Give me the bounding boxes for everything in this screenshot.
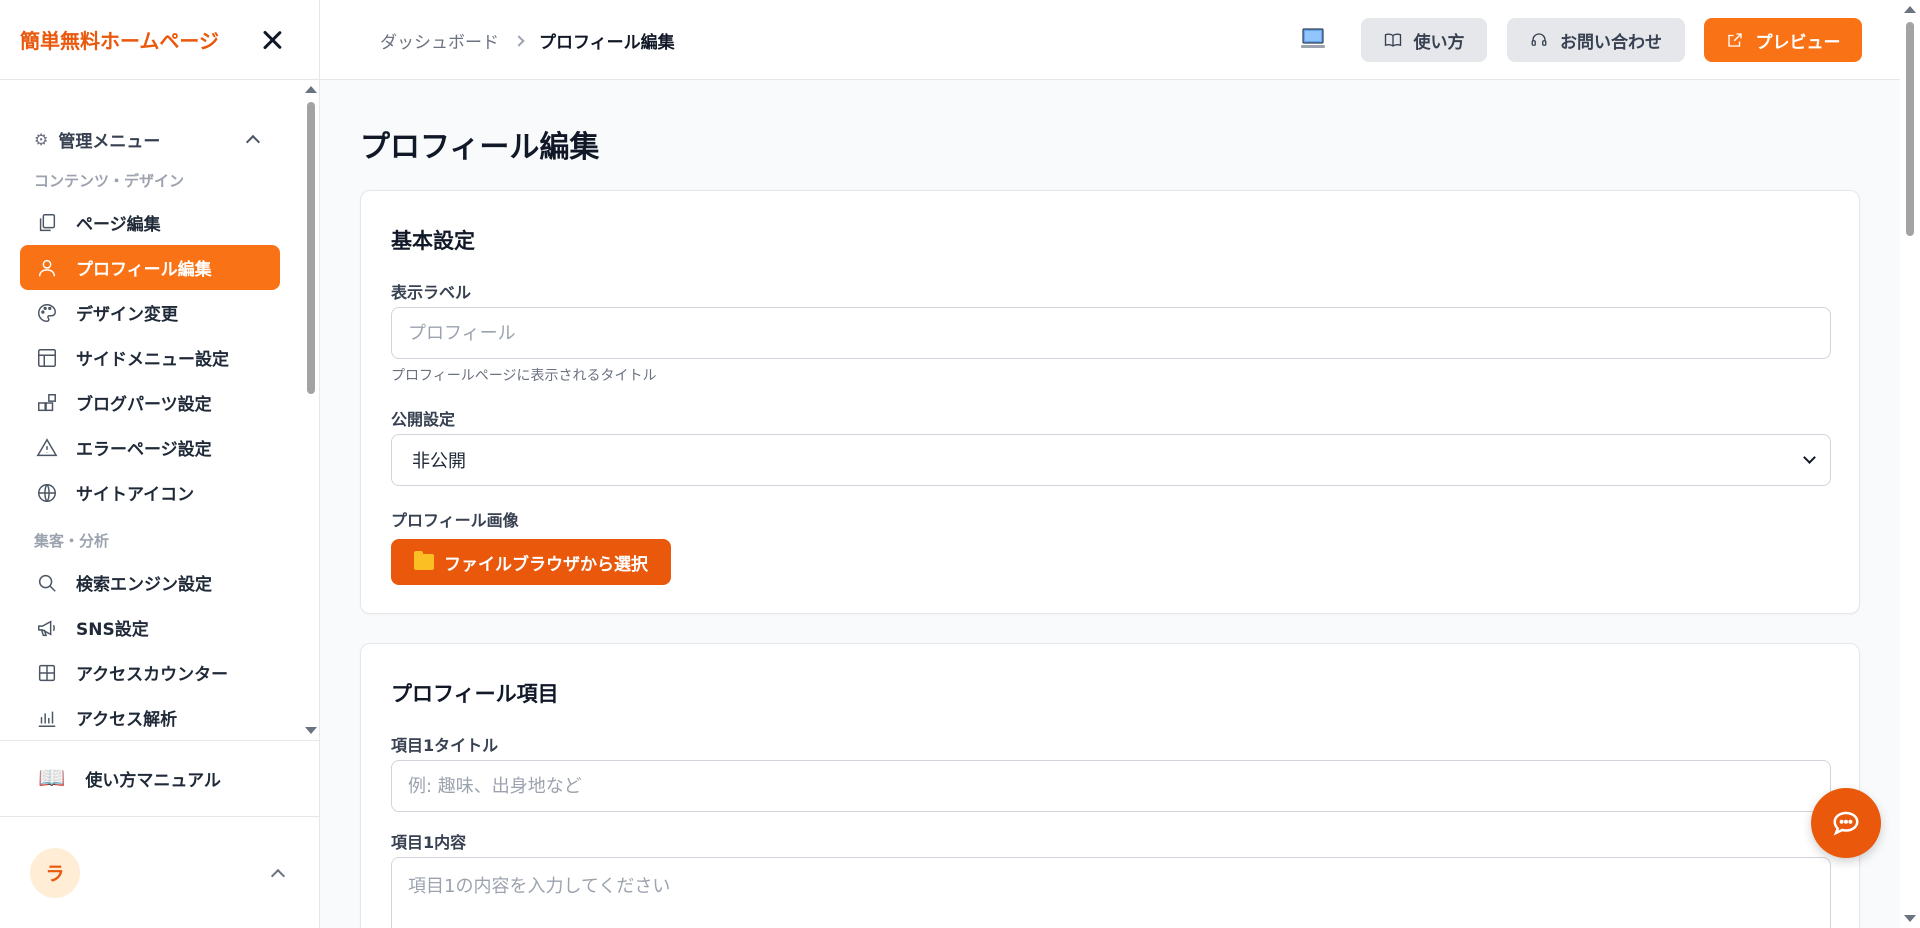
sidebar-item-profile-edit[interactable]: プロフィール編集 — [20, 245, 280, 290]
admin-menu-label: 管理メニュー — [58, 131, 161, 152]
sidebar-item-page-edit[interactable]: ページ編集 — [20, 200, 280, 245]
user-icon — [36, 257, 58, 279]
visibility-value: 非公開 — [412, 451, 466, 472]
section-label-content: コンテンツ・デザイン — [34, 172, 185, 190]
brand-logo[interactable]: 簡単無料ホームページ — [20, 25, 219, 54]
sidebar-item-design[interactable]: デザイン変更 — [20, 290, 280, 335]
profile-items-card: プロフィール項目 項目1タイトル 項目1内容 — [360, 643, 1860, 928]
sidebar-item-label: デザイン変更 — [76, 305, 178, 325]
book-icon: 📖 — [38, 766, 66, 791]
page-scrollbar[interactable] — [1900, 0, 1920, 928]
sidebar-item-label: 検索エンジン設定 — [76, 575, 212, 595]
sidebar-menu: ⚙ 管理メニュー コンテンツ・デザイン ページ編集 プロフィール編集 デザイン変… — [0, 80, 319, 740]
sidebar-item-blog-parts[interactable]: ブログパーツ設定 — [20, 380, 280, 425]
scroll-up-icon[interactable] — [1904, 6, 1916, 13]
sidebar-item-label: プロフィール編集 — [76, 260, 212, 280]
visibility-label: 公開設定 — [391, 410, 456, 429]
search-icon — [36, 572, 58, 594]
palette-icon — [36, 302, 58, 324]
sidebar-item-seo[interactable]: 検索エンジン設定 — [20, 560, 280, 605]
globe-icon — [36, 482, 58, 504]
sidebar-item-label: SNS設定 — [76, 620, 149, 640]
section-label-marketing: 集客・分析 — [34, 532, 110, 550]
file-browser-label: ファイルブラウザから選択 — [444, 554, 648, 575]
alert-triangle-icon — [36, 437, 58, 459]
item1-title-label: 項目1タイトル — [391, 736, 499, 755]
sidebar-item-label: ページ編集 — [76, 215, 161, 235]
page-title: プロフィール編集 — [360, 130, 600, 165]
chevron-up-icon[interactable] — [270, 868, 286, 883]
blocks-icon — [36, 392, 58, 414]
monitor-icon[interactable] — [1300, 26, 1326, 52]
scroll-up-icon[interactable] — [305, 86, 317, 93]
bar-chart-icon — [36, 707, 58, 729]
headset-icon — [1531, 33, 1547, 46]
howto-label: 使い方 — [1413, 32, 1465, 53]
breadcrumb-dashboard[interactable]: ダッシュボード — [380, 28, 499, 53]
manual-link[interactable]: 📖 使い方マニュアル — [0, 740, 319, 817]
folder-icon — [414, 551, 434, 570]
preview-label: プレビュー — [1755, 32, 1841, 53]
chevron-down-icon — [1803, 451, 1816, 464]
visibility-select[interactable]: 非公開 — [391, 434, 1831, 486]
contact-label: お問い合わせ — [1560, 32, 1662, 53]
breadcrumb: ダッシュボード プロフィール編集 — [380, 28, 675, 53]
item1-content-label: 項目1内容 — [391, 833, 467, 852]
topbar: ダッシュボード プロフィール編集 使い方 お問い合わせ プレビュー — [320, 0, 1900, 80]
basic-settings-card: 基本設定 表示ラベル プロフィールページに表示されるタイトル 公開設定 非公開 … — [360, 190, 1860, 614]
grid-icon — [36, 662, 58, 684]
chat-bubble-icon — [1833, 811, 1859, 836]
scroll-down-icon[interactable] — [305, 727, 317, 734]
item1-content-textarea[interactable] — [391, 857, 1831, 928]
sidebar-item-label: サイトアイコン — [76, 485, 195, 505]
card-title-items: プロフィール項目 — [391, 682, 559, 706]
sidebar-item-site-icon[interactable]: サイトアイコン — [20, 470, 280, 515]
display-label-hint: プロフィールページに表示されるタイトル — [391, 368, 657, 384]
megaphone-icon — [36, 617, 58, 639]
manual-label: 使い方マニュアル — [85, 771, 221, 791]
sidebar-item-analytics[interactable]: アクセス解析 — [20, 695, 280, 740]
layout-icon — [36, 347, 58, 369]
item1-title-input[interactable] — [391, 760, 1831, 812]
display-label-input[interactable] — [391, 307, 1831, 359]
chat-button[interactable] — [1811, 788, 1881, 858]
sidebar-item-label: アクセスカウンター — [76, 665, 229, 685]
sidebar-item-label: ブログパーツ設定 — [76, 395, 212, 415]
user-menu[interactable]: ラ — [0, 817, 319, 928]
sidebar-item-counter[interactable]: アクセスカウンター — [20, 650, 280, 695]
sidebar-item-error-page[interactable]: エラーページ設定 — [20, 425, 280, 470]
breadcrumb-current: プロフィール編集 — [539, 33, 675, 53]
copy-icon — [36, 212, 58, 234]
admin-menu-toggle[interactable]: ⚙ 管理メニュー — [34, 122, 264, 156]
howto-button[interactable]: 使い方 — [1361, 18, 1487, 62]
close-icon[interactable] — [259, 27, 285, 53]
sidebar-scrollbar[interactable] — [302, 80, 319, 740]
external-link-icon — [1727, 33, 1742, 47]
chevron-up-icon — [245, 134, 261, 150]
profile-image-label: プロフィール画像 — [391, 511, 519, 530]
scroll-thumb[interactable] — [1906, 22, 1914, 236]
chevron-right-icon — [513, 34, 525, 47]
sidebar-header: 簡単無料ホームページ — [0, 0, 319, 80]
gear-icon: ⚙ — [34, 129, 49, 149]
sidebar-item-side-menu[interactable]: サイドメニュー設定 — [20, 335, 280, 380]
preview-button[interactable]: プレビュー — [1704, 18, 1862, 62]
book-open-icon — [1384, 33, 1401, 47]
sidebar-item-sns[interactable]: SNS設定 — [20, 605, 280, 650]
card-title-basic: 基本設定 — [391, 229, 475, 253]
avatar[interactable]: ラ — [30, 847, 80, 898]
sidebar-item-label: サイドメニュー設定 — [76, 350, 229, 370]
sidebar-item-label: アクセス解析 — [76, 710, 178, 730]
file-browser-button[interactable]: ファイルブラウザから選択 — [391, 539, 671, 585]
contact-button[interactable]: お問い合わせ — [1507, 18, 1685, 62]
display-label-label: 表示ラベル — [391, 283, 472, 302]
sidebar-item-label: エラーページ設定 — [76, 440, 212, 460]
scroll-thumb[interactable] — [307, 102, 315, 394]
scroll-down-icon[interactable] — [1904, 915, 1916, 922]
sidebar: 簡単無料ホームページ ⚙ 管理メニュー コンテンツ・デザイン ページ編集 プロフ… — [0, 0, 320, 928]
